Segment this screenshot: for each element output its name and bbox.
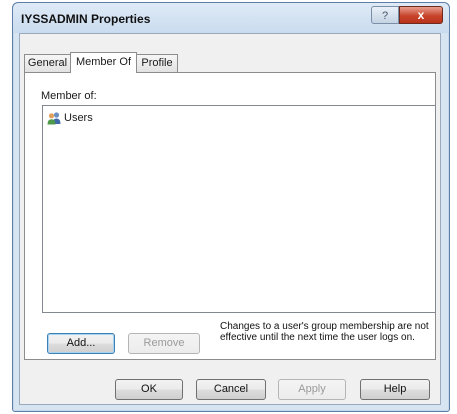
help-icon: ? (381, 10, 389, 22)
help-title-button[interactable]: ? (371, 6, 399, 24)
dialog-body: General Member Of Profile Member of: Use… (19, 33, 441, 405)
membership-note: Changes to a user's group membership are… (220, 321, 429, 343)
list-item-label: Users (64, 112, 93, 124)
close-icon: x (417, 8, 425, 22)
member-of-label: Member of: (41, 90, 97, 102)
group-icon (47, 112, 61, 125)
properties-dialog: IYSSADMIN Properties ? x General Member … (12, 2, 450, 412)
member-of-list[interactable]: Users (42, 105, 436, 313)
title-bar[interactable]: IYSSADMIN Properties ? x (13, 3, 449, 33)
remove-button[interactable]: Remove (128, 333, 200, 354)
tab-general[interactable]: General (24, 54, 71, 72)
close-button[interactable]: x (399, 6, 443, 24)
cancel-button[interactable]: Cancel (196, 379, 266, 400)
window-title: IYSSADMIN Properties (21, 12, 151, 26)
ok-button[interactable]: OK (115, 379, 183, 400)
help-button[interactable]: Help (360, 379, 430, 400)
add-button[interactable]: Add... (47, 333, 115, 354)
tab-member-of[interactable]: Member Of (70, 52, 137, 73)
tab-profile[interactable]: Profile (136, 54, 178, 72)
apply-button[interactable]: Apply (278, 379, 346, 400)
